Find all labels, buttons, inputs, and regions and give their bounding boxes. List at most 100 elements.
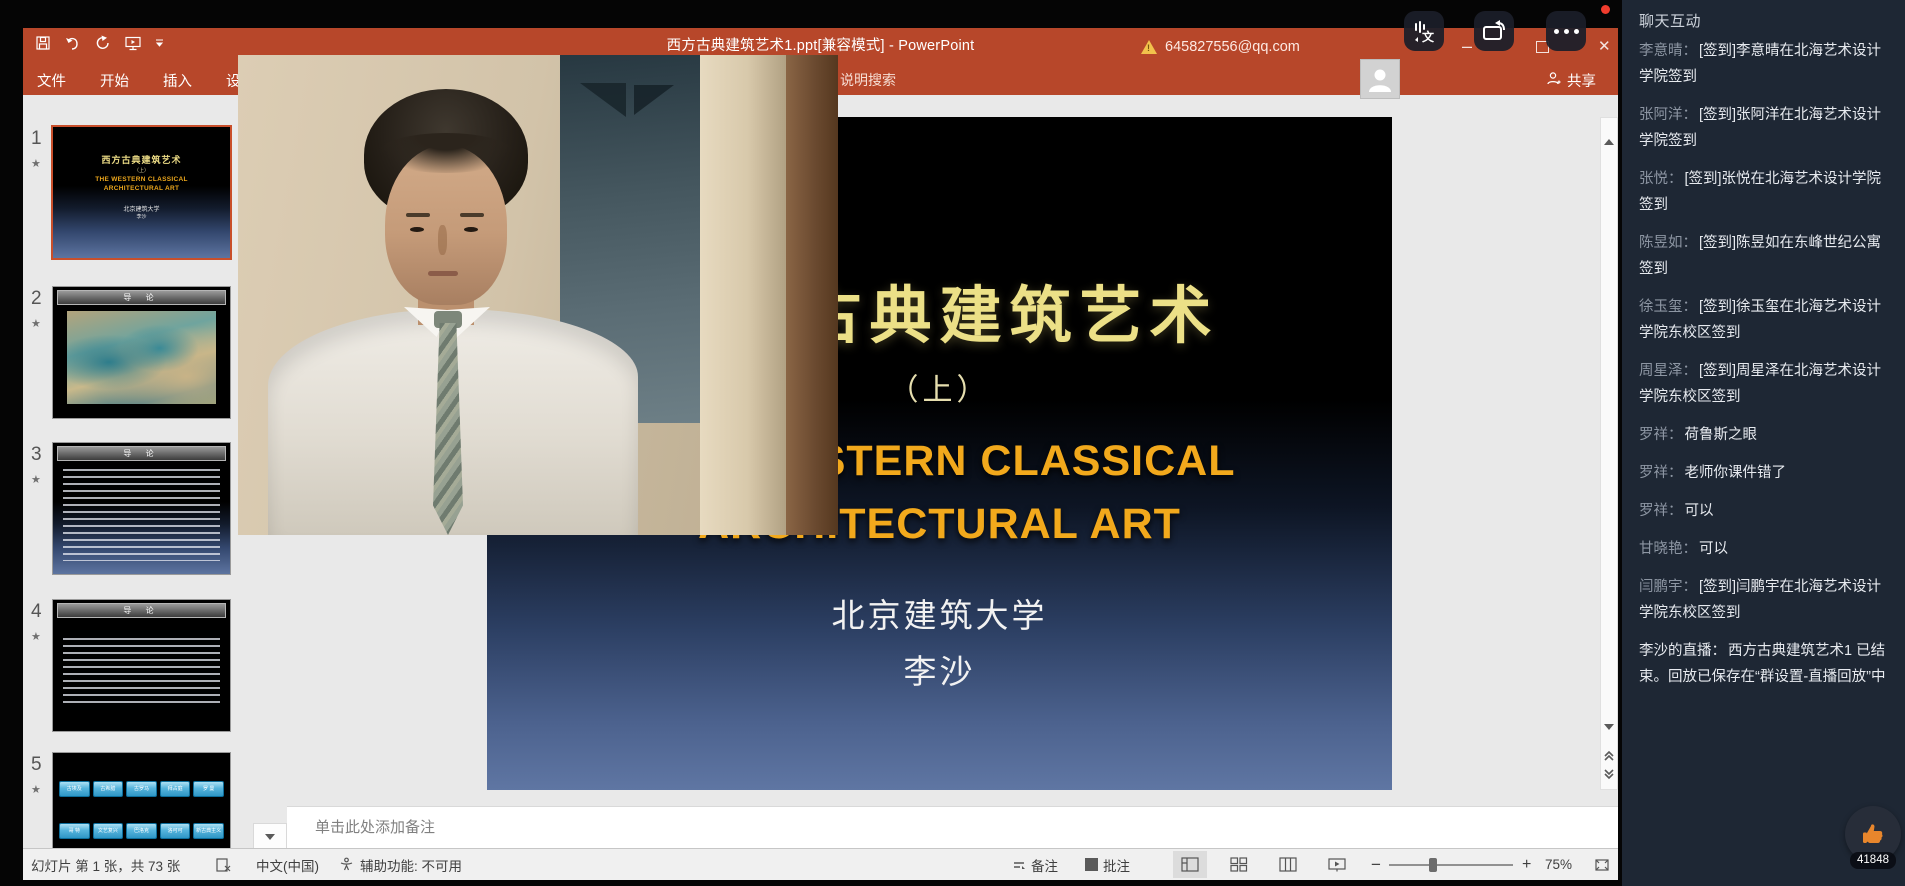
notes-toggle[interactable]: 备注 — [1012, 849, 1058, 880]
thumb5-row1: 古埃及 古希腊 古罗马 拜占庭 罗 曼 — [59, 781, 224, 797]
chat-message: 张阿洋：[签到]张阿洋在北海艺术设计学院签到 — [1639, 102, 1889, 154]
chat-sender: 罗祥： — [1639, 465, 1683, 481]
translate-icon: 文 — [1411, 18, 1437, 44]
thumb4-header: 导 论 — [57, 603, 226, 618]
language-status[interactable]: 中文(中国) — [256, 849, 319, 880]
tell-me-search[interactable]: 说明搜索 — [840, 65, 896, 95]
animation-star-icon: ★ — [31, 783, 41, 796]
thumb1-org: 北京建筑大学 — [53, 204, 230, 213]
tab-file[interactable]: 文件 — [37, 70, 66, 91]
thumb3-text — [63, 469, 220, 561]
notes-pane[interactable]: 单击此处添加备注 — [287, 806, 1618, 848]
slideshow-view-button[interactable] — [1320, 851, 1354, 878]
reading-view-button[interactable] — [1271, 851, 1305, 878]
thumb3-header: 导 论 — [57, 446, 226, 461]
thumbnails-scroll-down-button[interactable] — [253, 823, 287, 850]
door-shadow — [580, 83, 626, 117]
notes-placeholder: 单击此处添加备注 — [315, 816, 435, 837]
accessibility-status[interactable]: 辅助功能: 不可用 — [360, 849, 462, 880]
chat-message-list[interactable]: 李意晴：[签到]李意晴在北海艺术设计学院签到 张阿洋：[签到]张阿洋在北海艺术设… — [1639, 38, 1889, 702]
slide-thumbnail-1[interactable]: 西方古典建筑艺术 （上） THE WESTERN CLASSICAL ARCHI… — [53, 127, 230, 258]
zoom-in-button[interactable]: + — [1522, 849, 1531, 880]
thumb-number: 2 — [31, 288, 42, 310]
slide-thumbnail-4[interactable]: 导 论 — [53, 600, 230, 731]
fit-slide-to-window-button[interactable] — [1589, 851, 1615, 878]
chat-sender: 李沙的直播： — [1639, 643, 1726, 659]
presenter-eyebrow — [460, 213, 484, 217]
scroll-down-icon[interactable] — [1604, 730, 1614, 748]
display-settings-icon[interactable] — [216, 849, 232, 880]
slide-thumbnail-5[interactable]: 古埃及 古希腊 古罗马 拜占庭 罗 曼 哥 特 文艺复兴 巴洛克 洛可可 新古典… — [53, 753, 230, 848]
chat-text: 可以 — [1685, 503, 1714, 519]
zoom-slider-thumb[interactable] — [1429, 858, 1437, 872]
door-shadow — [634, 85, 674, 115]
quick-access-toolbar — [35, 35, 164, 51]
slide-scrollbar[interactable] — [1600, 117, 1618, 790]
scroll-up-icon[interactable] — [1604, 122, 1614, 140]
like-count-badge: 41848 — [1850, 852, 1896, 869]
animation-star-icon: ★ — [31, 317, 41, 330]
ellipsis-icon — [1554, 29, 1579, 34]
chat-sender: 甘晓艳： — [1639, 541, 1697, 557]
close-button[interactable]: ✕ — [1598, 37, 1611, 55]
accessibility-icon — [339, 849, 354, 880]
thumbs-up-icon — [1859, 820, 1887, 848]
minimize-button[interactable]: – — [1462, 36, 1472, 57]
start-slideshow-icon[interactable] — [124, 35, 142, 51]
tab-home[interactable]: 开始 — [100, 70, 129, 91]
account-button[interactable]: ! 645827556@qq.com — [1141, 28, 1300, 65]
warning-icon: ! — [1141, 40, 1157, 54]
previous-slide-button[interactable] — [1603, 750, 1615, 760]
next-slide-button[interactable] — [1603, 768, 1615, 778]
chat-header: 聊天互动 — [1639, 10, 1701, 31]
triangle-down-icon — [265, 834, 275, 840]
thumb5-btn: 哥 特 — [59, 823, 90, 839]
slide-author: 李沙 — [487, 645, 1392, 693]
chat-sender: 徐玉玺： — [1639, 299, 1697, 315]
chat-panel: 聊天互动 李意晴：[签到]李意晴在北海艺术设计学院签到 张阿洋：[签到]张阿洋在… — [1622, 0, 1905, 886]
chat-sender: 闫鹏宇： — [1639, 579, 1697, 595]
thumb1-title: 西方古典建筑艺术 — [53, 153, 230, 166]
normal-view-button[interactable] — [1173, 851, 1207, 878]
thumb2-map — [67, 311, 216, 404]
chat-system-message: 李沙的直播：西方古典建筑艺术1 已结束。回放已保存在“群设置-直播回放”中 — [1639, 638, 1889, 690]
thumb5-btn: 新古典主义 — [193, 823, 224, 839]
chat-message: 周星泽：[签到]周星泽在北海艺术设计学院东校区签到 — [1639, 358, 1889, 410]
zoom-level[interactable]: 75% — [1545, 849, 1572, 880]
notification-dot — [1601, 5, 1610, 14]
tab-insert[interactable]: 插入 — [163, 70, 192, 91]
animation-star-icon: ★ — [31, 157, 41, 170]
chat-message: 陈昱如：[签到]陈昱如在东峰世纪公寓签到 — [1639, 230, 1889, 282]
chat-sender: 周星泽： — [1639, 363, 1697, 379]
redo-icon[interactable] — [95, 35, 111, 51]
zoom-out-button[interactable]: − — [1371, 849, 1381, 880]
translate-caption-button[interactable]: 文 — [1404, 11, 1444, 51]
avatar[interactable] — [1360, 59, 1400, 99]
more-options-button[interactable] — [1546, 11, 1586, 51]
zoom-slider[interactable] — [1389, 864, 1513, 866]
comments-toggle[interactable]: 批注 — [1085, 849, 1130, 880]
thumb5-btn: 古希腊 — [93, 781, 124, 797]
qat-customize-caret-icon[interactable] — [155, 39, 164, 47]
share-button[interactable]: 共享 — [1546, 65, 1596, 95]
person-icon — [1546, 71, 1561, 90]
chat-message: 徐玉玺：[签到]徐玉玺在北海艺术设计学院东校区签到 — [1639, 294, 1889, 346]
slide-organization: 北京建筑大学 — [487, 589, 1392, 637]
presenter-hair-fringe — [378, 133, 514, 173]
chat-message: 张悦：[签到]张悦在北海艺术设计学院签到 — [1639, 166, 1889, 218]
thumb5-btn: 古罗马 — [126, 781, 157, 797]
presenter-mouth — [428, 271, 458, 276]
like-button[interactable]: 41848 — [1845, 806, 1901, 862]
rotate-screen-button[interactable] — [1474, 11, 1514, 51]
slide-sorter-view-button[interactable] — [1222, 851, 1256, 878]
thumb1-en2: ARCHITECTURAL ART — [53, 185, 230, 192]
undo-icon[interactable] — [64, 35, 82, 51]
ribbon-tabs: 文件 开始 插入 设计 — [37, 65, 255, 95]
slide-thumbnail-3[interactable]: 导 论 — [53, 443, 230, 574]
chat-message: 闫鹏宇：[签到]闫鹏宇在北海艺术设计学院东校区签到 — [1639, 574, 1889, 626]
thumb-number: 4 — [31, 601, 42, 623]
comments-icon — [1085, 858, 1098, 871]
slide-counter: 幻灯片 第 1 张，共 73 张 — [31, 849, 180, 880]
slide-thumbnail-2[interactable]: 导 论 — [53, 287, 230, 418]
save-icon[interactable] — [35, 35, 51, 51]
